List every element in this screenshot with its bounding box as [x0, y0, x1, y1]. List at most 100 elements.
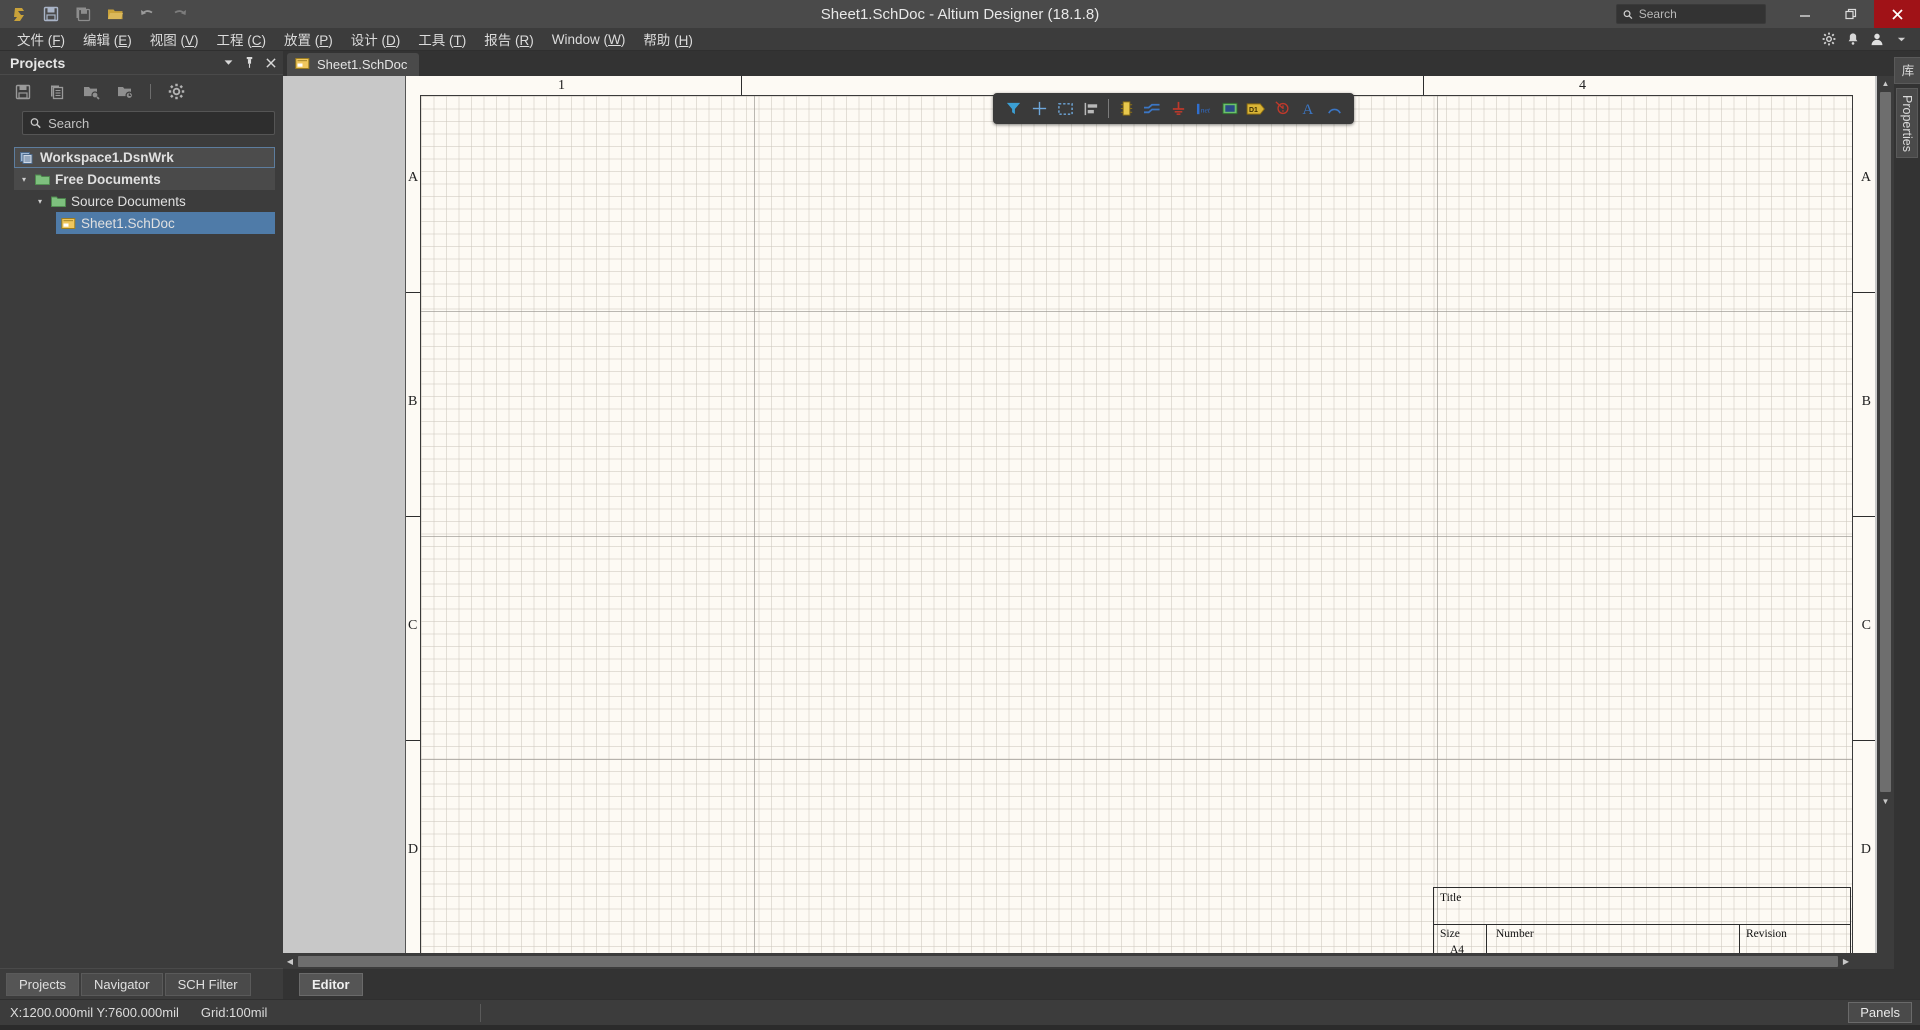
tab-projects[interactable]: Projects	[6, 972, 79, 996]
place-no-erc-icon[interactable]	[1269, 96, 1295, 122]
zone-label-left-d: D	[408, 842, 419, 857]
save-all-icon[interactable]	[68, 1, 98, 27]
menu-project[interactable]: 工程 (C)	[208, 27, 276, 51]
folder-open-search-icon[interactable]	[82, 83, 100, 101]
doc-tab-sheet1[interactable]: Sheet1.SchDoc	[287, 53, 420, 76]
vertical-scroll-thumb[interactable]	[1880, 92, 1891, 792]
tree-item-free-documents[interactable]: ▾ Free Documents	[14, 168, 275, 190]
status-bar: X:1200.000mil Y:7600.000mil Grid:100mil …	[0, 999, 1920, 1025]
panel-dropdown-button[interactable]	[222, 55, 235, 71]
projects-search-box[interactable]	[22, 111, 275, 135]
select-rectangle-icon[interactable]	[1052, 96, 1078, 122]
schdoc-icon	[60, 215, 76, 231]
save-project-icon[interactable]	[14, 83, 32, 101]
undo-icon[interactable]	[132, 1, 162, 27]
folder-icon	[34, 171, 50, 187]
schematic-viewport[interactable]: 1 4 A B C D A B C D Title Size A4 Number…	[283, 76, 1877, 953]
scroll-up-button[interactable]: ▲	[1879, 76, 1893, 90]
zone-divider	[406, 740, 420, 741]
align-icon[interactable]	[1078, 96, 1104, 122]
quick-access-toolbar	[0, 1, 194, 27]
zone-divider	[406, 516, 420, 517]
vertical-scrollbar[interactable]: ▲ ▼	[1877, 76, 1894, 969]
minimize-button[interactable]	[1782, 0, 1828, 28]
zone-label-right-c: C	[1861, 618, 1871, 633]
place-wire-icon[interactable]	[1139, 96, 1165, 122]
scroll-down-button[interactable]: ▼	[1879, 794, 1893, 808]
tree-item-source-documents-label: Source Documents	[71, 193, 186, 209]
tree-item-source-documents[interactable]: ▾ Source Documents	[0, 190, 283, 212]
zone-divider	[1423, 76, 1424, 95]
svg-text:D1: D1	[1249, 106, 1258, 113]
horizontal-scroll-thumb[interactable]	[298, 955, 1838, 967]
menu-view[interactable]: 视图 (V)	[141, 27, 208, 51]
editor-tab[interactable]: Editor	[299, 972, 363, 996]
panel-close-button[interactable]	[264, 55, 277, 71]
place-arc-icon[interactable]	[1321, 96, 1347, 122]
menu-window[interactable]: Window (W)	[543, 30, 635, 49]
projects-search-input[interactable]	[48, 115, 267, 131]
editor-tab-row: Editor	[283, 969, 1894, 999]
menu-place[interactable]: 放置 (P)	[275, 27, 342, 51]
close-button[interactable]	[1874, 0, 1920, 28]
open-folder-icon[interactable]	[100, 1, 130, 27]
status-separator	[480, 1003, 481, 1022]
panels-button[interactable]: Panels	[1848, 1002, 1912, 1023]
menubar-right-icons	[1818, 28, 1920, 50]
documents-icon[interactable]	[48, 83, 66, 101]
menu-help[interactable]: 帮助 (H)	[634, 27, 702, 51]
zone-label-top-1: 1	[558, 78, 565, 93]
place-component-icon[interactable]	[1113, 96, 1139, 122]
zone-label-left-b: B	[408, 394, 418, 409]
menu-design[interactable]: 设计 (D)	[342, 27, 410, 51]
toolbar-separator	[1108, 99, 1109, 118]
title-block-divider	[1434, 924, 1850, 925]
tree-item-sheet1[interactable]: Sheet1.SchDoc	[56, 212, 275, 234]
vtab-library[interactable]: 库	[1893, 57, 1920, 84]
projects-panel: Projects Search Workspace1.DsnWrk ▾ Free…	[0, 51, 283, 999]
redo-icon[interactable]	[164, 1, 194, 27]
folder-history-icon[interactable]	[116, 83, 134, 101]
settings-gear-icon[interactable]	[1818, 28, 1840, 50]
menu-edit[interactable]: 编辑 (E)	[74, 27, 141, 51]
user-account-icon[interactable]	[1866, 28, 1888, 50]
tab-sch-filter[interactable]: SCH Filter	[164, 972, 251, 996]
panel-pin-button[interactable]	[243, 55, 256, 71]
schematic-canvas-area[interactable]: 1 4 A B C D A B C D Title Size A4 Number…	[283, 76, 1894, 969]
editor-column: Sheet1.SchDoc 1 4 A B C D A B C D Title …	[283, 51, 1894, 999]
place-port-icon[interactable]: D1	[1243, 96, 1269, 122]
sheet-title-block[interactable]: Title Size A4 Number Revision Date:	[1433, 887, 1851, 953]
expand-arrow-icon[interactable]: ▾	[22, 175, 32, 184]
filter-funnel-icon[interactable]	[1000, 96, 1026, 122]
scroll-left-button[interactable]: ◀	[283, 954, 297, 968]
place-text-string-icon[interactable]: A	[1295, 96, 1321, 122]
zone-divider	[1853, 516, 1875, 517]
altium-logo-icon[interactable]	[4, 1, 34, 27]
horizontal-scrollbar[interactable]: ◀ ▶	[283, 953, 1877, 969]
place-gnd-power-port-icon[interactable]	[1165, 96, 1191, 122]
scroll-right-button[interactable]: ▶	[1839, 954, 1853, 968]
folder-icon	[50, 193, 66, 209]
expand-arrow-icon[interactable]: ▾	[38, 197, 48, 206]
place-crosshair-icon[interactable]	[1026, 96, 1052, 122]
global-search-box[interactable]	[1616, 4, 1766, 24]
notifications-bell-icon[interactable]	[1842, 28, 1864, 50]
vtab-properties[interactable]: Properties	[1896, 87, 1918, 159]
global-search-input[interactable]	[1638, 7, 1759, 21]
zone-label-right-a: A	[1860, 170, 1871, 185]
place-sheet-symbol-icon[interactable]	[1217, 96, 1243, 122]
projects-tree: Workspace1.DsnWrk ▾ Free Documents ▾ Sou…	[0, 141, 283, 969]
menu-file[interactable]: 文件 (F)	[8, 27, 74, 51]
restore-button[interactable]	[1828, 0, 1874, 28]
chevron-down-icon[interactable]	[1890, 28, 1912, 50]
tree-item-workspace[interactable]: Workspace1.DsnWrk	[14, 147, 275, 168]
project-options-gear-icon[interactable]	[167, 83, 185, 101]
schematic-drawing-area[interactable]: Title Size A4 Number Revision Date:	[420, 95, 1853, 953]
menu-reports[interactable]: 报告 (R)	[475, 27, 543, 51]
menu-tools[interactable]: 工具 (T)	[409, 27, 475, 51]
save-icon[interactable]	[36, 1, 66, 27]
zone-label-right-b: B	[1861, 394, 1871, 409]
active-bar-toolbar[interactable]: net D1 A	[993, 93, 1354, 124]
place-net-label-icon[interactable]: net	[1191, 96, 1217, 122]
tab-navigator[interactable]: Navigator	[80, 972, 163, 996]
